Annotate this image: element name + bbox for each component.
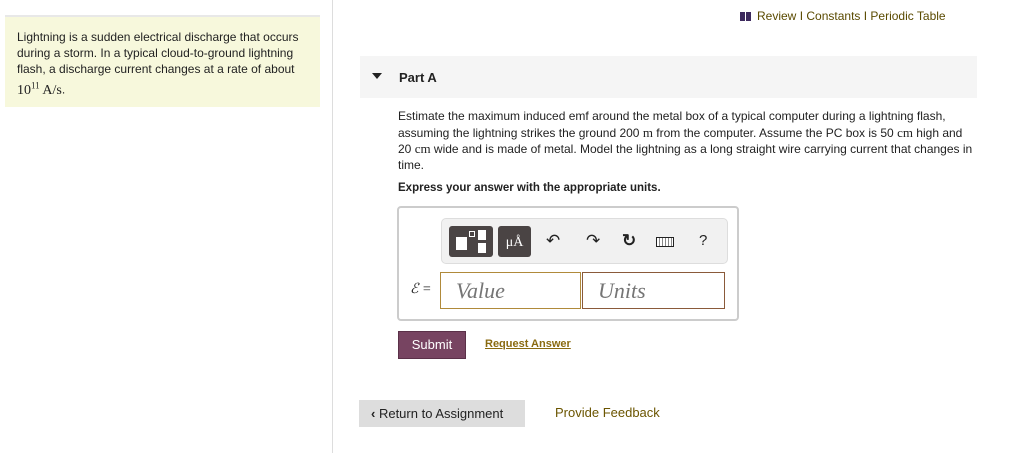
templates-button[interactable] <box>449 226 493 257</box>
math-toolbar: μÅ ↶ ↷ ↻ ? <box>441 218 728 264</box>
value-input[interactable] <box>440 272 581 309</box>
collapse-triangle-icon[interactable] <box>372 73 382 79</box>
keyboard-icon[interactable] <box>656 237 674 247</box>
math-base: 10 <box>17 82 31 98</box>
divider <box>332 0 333 453</box>
reset-icon[interactable]: ↻ <box>622 231 636 251</box>
units-button[interactable]: μÅ <box>498 226 531 257</box>
math-exp: 11 <box>31 80 40 90</box>
redo-icon[interactable]: ↷ <box>586 231 600 251</box>
answer-box: μÅ ↶ ↷ ↻ ? ℰ = <box>397 206 739 321</box>
constants-link[interactable]: Constants <box>806 9 860 23</box>
q-unit: cm <box>414 141 431 156</box>
intro-text: Lightning is a sudden electrical dischar… <box>17 30 299 76</box>
units-input[interactable] <box>582 272 725 309</box>
q-unit: cm <box>897 124 913 140</box>
help-button[interactable]: ? <box>699 232 707 249</box>
question-text: Estimate the maximum induced emf around … <box>398 109 978 173</box>
q-unit: m <box>642 124 653 140</box>
undo-icon[interactable]: ↶ <box>546 231 560 251</box>
q-text: wide and is made of metal. Model the lig… <box>398 142 973 172</box>
return-to-assignment-button[interactable]: ‹ Return to Assignment <box>359 400 525 427</box>
separator: I <box>796 9 807 23</box>
provide-feedback-link[interactable]: Provide Feedback <box>555 405 660 420</box>
request-answer-link[interactable]: Request Answer <box>485 338 571 350</box>
problem-intro: Lightning is a sudden electrical dischar… <box>5 15 320 107</box>
math-unit: A/s <box>39 82 62 98</box>
q-text: from the computer. Assume the PC box is … <box>652 125 898 140</box>
answer-instructions: Express your answer with the appropriate… <box>398 182 661 194</box>
intro-tail: . <box>61 82 66 97</box>
periodic-table-link[interactable]: Periodic Table <box>870 9 945 23</box>
top-links: Review I Constants I Periodic Table <box>740 9 946 23</box>
return-label: Return to Assignment <box>378 406 504 421</box>
emf-label: ℰ = <box>410 282 432 297</box>
intro-math: 1011 A/s <box>17 80 62 98</box>
book-icon <box>740 12 751 21</box>
part-title: Part A <box>399 70 437 85</box>
submit-button[interactable]: Submit <box>398 331 466 359</box>
part-a-header[interactable]: Part A <box>360 56 977 98</box>
review-link[interactable]: Review <box>757 9 796 23</box>
separator: I <box>860 9 871 23</box>
chevron-left-icon: ‹ <box>371 406 379 421</box>
